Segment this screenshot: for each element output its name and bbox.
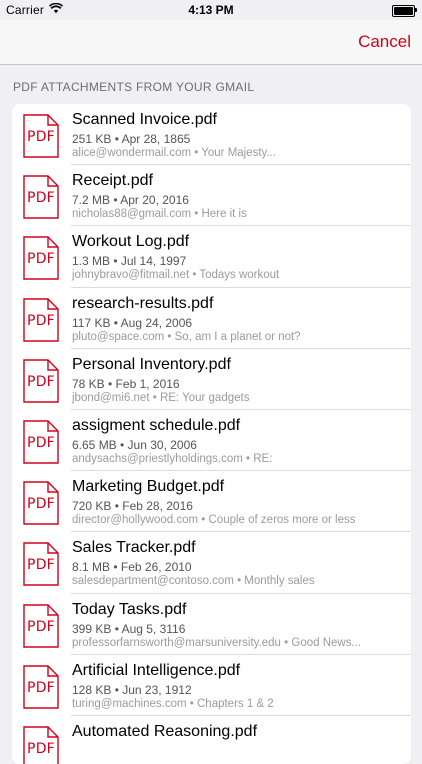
pdf-file-icon: PDF: [23, 114, 59, 158]
file-meta: 7.2 MB • Apr 20, 2016: [72, 193, 189, 208]
pdf-file-icon: PDF: [23, 542, 59, 587]
pdf-icon-label: PDF: [27, 312, 55, 329]
pdf-file-icon: PDF: [23, 359, 59, 403]
navigation-bar: Cancel: [0, 20, 422, 65]
file-name: Today Tasks.pdf: [72, 600, 187, 618]
pdf-file-icon: PDF: [23, 481, 59, 525]
file-source: turing@machines.com • Chapters 1 & 2: [72, 697, 274, 710]
attachment-row[interactable]: PDF assigment schedule.pdf 6.65 MB • Jun 3…: [12, 410, 411, 472]
attachment-row[interactable]: PDF Receipt.pdf 7.2 MB • Apr 20, 2016 nicho…: [12, 165, 411, 227]
file-name: Marketing Budget.pdf: [72, 478, 225, 496]
file-source: alice@wondermail.com • Your Majesty...: [72, 147, 277, 159]
file-name: assigment schedule.pdf: [72, 416, 241, 434]
attachment-row[interactable]: PDF Today Tasks.pdf 399 KB • Aug 5, 3116 pr…: [12, 594, 411, 655]
pdf-icon-label: PDF: [27, 190, 55, 207]
pdf-file-icon: PDF: [23, 726, 59, 764]
file-name: Scanned Invoice.pdf: [72, 111, 217, 128]
pdf-icon-label: PDF: [27, 557, 55, 574]
file-source: pluto@space.com • So, am I a planet or n…: [72, 330, 301, 343]
pdf-icon-label: PDF: [27, 373, 55, 390]
pdf-icon-label: PDF: [27, 740, 55, 757]
pdf-file-icon: PDF: [23, 664, 59, 709]
pdf-icon-label: PDF: [27, 618, 55, 635]
file-meta: 720 KB • Feb 28, 2016: [72, 499, 193, 514]
file-name: Personal Inventory.pdf: [72, 355, 231, 373]
battery-fill: [394, 7, 413, 15]
attachment-row[interactable]: PDF Marketing Budget.pdf 720 KB • Feb 28, …: [12, 471, 411, 533]
file-meta: 399 KB • Aug 5, 3116: [72, 621, 186, 636]
file-meta: 6.65 MB • Jun 30, 2006: [72, 437, 197, 452]
pdf-file-icon: PDF: [23, 236, 59, 281]
pdf-icon-label: PDF: [27, 434, 55, 451]
file-source: salesdepartment@contoso.com • Monthly sa…: [72, 575, 315, 588]
attachment-row[interactable]: PDF Artificial Intelligence.pdf 128 KB • J…: [12, 655, 411, 717]
battery-icon: [392, 5, 417, 17]
file-source: director@hollywood.com • Couple of zeros…: [72, 514, 356, 527]
pdf-icon-label: PDF: [27, 679, 55, 696]
pdf-icon-label: PDF: [27, 496, 55, 513]
file-source: jbond@mi6.net • RE: Your gadgets: [72, 391, 250, 404]
attachment-row[interactable]: PDF Automated Reasoning.pdf: [12, 716, 411, 764]
file-meta: 78 KB • Feb 1, 2016: [72, 376, 180, 391]
attachment-row[interactable]: PDF Sales Tracker.pdf 8.1 MB • Feb 26, 201…: [12, 532, 411, 594]
file-name: Workout Log.pdf: [72, 233, 190, 251]
pdf-file-icon: PDF: [23, 420, 59, 464]
attachment-row[interactable]: PDF Workout Log.pdf 1.3 MB • Jul 14, 1997 j…: [12, 226, 411, 288]
file-name: Artificial Intelligence.pdf: [72, 661, 241, 679]
file-name: Automated Reasoning.pdf: [72, 722, 258, 740]
pdf-file-icon: PDF: [23, 175, 59, 219]
pdf-file-icon: PDF: [23, 603, 59, 648]
attachment-list: PDF Scanned Invoice.pdf 251 KB • Apr 28, 1…: [12, 104, 411, 764]
file-source: andysachs@priestlyholdings.com • RE:: [72, 452, 273, 465]
attachment-row[interactable]: PDF Personal Inventory.pdf 78 KB • Feb 1, …: [12, 349, 411, 411]
status-bar: Carrier 4:13 PM: [0, 0, 422, 20]
section-header: PDF ATTACHMENTS FROM YOUR GMAIL: [13, 80, 255, 94]
pdf-icon-label: PDF: [27, 251, 55, 268]
cancel-button[interactable]: Cancel: [358, 32, 411, 52]
pdf-file-icon: PDF: [23, 297, 59, 342]
file-name: Sales Tracker.pdf: [72, 539, 196, 557]
pdf-icon-label: PDF: [27, 129, 55, 145]
attachment-row[interactable]: PDF Scanned Invoice.pdf 251 KB • Apr 28, 1…: [12, 104, 411, 166]
file-meta: 1.3 MB • Jul 14, 1997: [72, 254, 187, 269]
file-meta: 117 KB • Aug 24, 2006: [72, 315, 193, 330]
file-source: johnybravo@fitmail.net • Todays workout: [72, 269, 280, 282]
file-name: research-results.pdf: [72, 294, 214, 312]
file-meta: 8.1 MB • Feb 26, 2010: [72, 560, 192, 575]
file-source: nicholas88@gmail.com • Here it is: [72, 208, 247, 221]
file-source: professorfarnsworth@marsuniversity.edu •…: [72, 636, 362, 649]
file-name: Receipt.pdf: [72, 172, 153, 190]
attachment-row[interactable]: PDF research-results.pdf 117 KB • Aug 24, …: [12, 288, 411, 349]
file-meta: 251 KB • Apr 28, 1865: [72, 132, 191, 146]
status-time: 4:13 PM: [188, 3, 234, 17]
file-meta: 128 KB • Jun 23, 1912: [72, 682, 192, 697]
